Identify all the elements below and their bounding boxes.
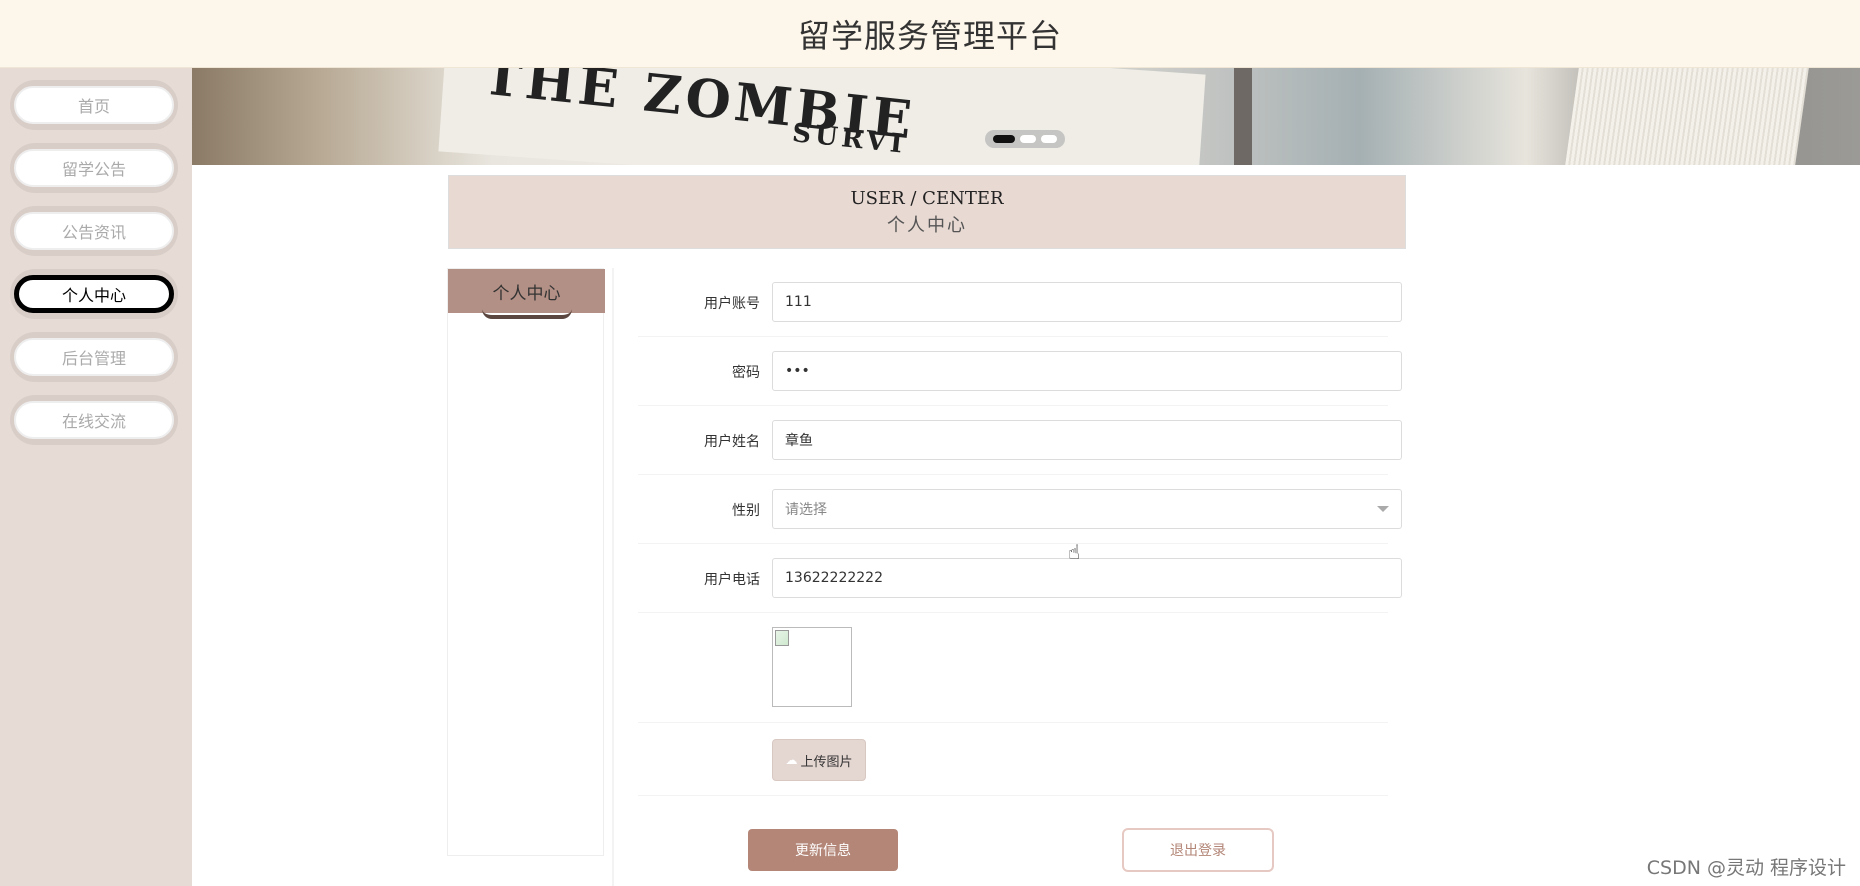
nav-item-label: 个人中心 <box>14 275 174 313</box>
carousel-indicators <box>985 130 1065 148</box>
field-label: 用户账号 <box>704 296 760 312</box>
nav-item-home[interactable]: 首页 <box>10 80 178 130</box>
hand-pointer-icon: ☝ <box>1068 540 1081 564</box>
update-info-button[interactable]: 更新信息 <box>748 829 898 871</box>
avatar-image-preview <box>772 627 852 707</box>
phone-input[interactable]: 13622222222 <box>772 558 1402 598</box>
side-tab-user-center[interactable]: 个人中心 <box>448 269 605 313</box>
decorative-arc <box>482 309 572 319</box>
nav-item-user-center[interactable]: 个人中心 <box>10 269 178 319</box>
nav-item-label: 留学公告 <box>14 149 174 187</box>
banner-decoration <box>1234 68 1252 165</box>
nav-item-label: 公告资讯 <box>14 212 174 250</box>
form-row-gender: 性别 请选择 <box>638 475 1402 544</box>
carousel-dot[interactable] <box>1019 135 1036 143</box>
carousel-dot[interactable] <box>1040 135 1057 143</box>
section-title-cn: 个人中心 <box>887 214 967 236</box>
nav-item-news[interactable]: 公告资讯 <box>10 206 178 256</box>
broken-image-icon <box>775 630 789 646</box>
user-center-side-menu: 个人中心 <box>447 268 605 856</box>
form-row-upload: ☁ 上传图片 <box>638 723 1388 796</box>
section-title-en: USER / CENTER <box>850 187 1004 209</box>
nav-item-label: 在线交流 <box>14 401 174 439</box>
form-row-account: 用户账号 111 <box>638 268 1402 337</box>
gender-select[interactable]: 请选择 <box>772 489 1402 529</box>
banner-carousel[interactable]: THE ZOMBIE SURVI <box>192 68 1860 165</box>
password-input[interactable]: ••• <box>772 351 1402 391</box>
section-header: USER / CENTER 个人中心 <box>448 175 1406 249</box>
select-placeholder: 请选择 <box>785 502 827 518</box>
carousel-dot[interactable] <box>993 135 1016 143</box>
form-row-name: 用户姓名 章鱼 <box>638 406 1402 475</box>
field-label: 用户姓名 <box>704 434 760 450</box>
form-row-avatar <box>638 613 1388 723</box>
logout-button[interactable]: 退出登录 <box>1122 828 1274 872</box>
nav-item-chat[interactable]: 在线交流 <box>10 395 178 445</box>
site-title: 留学服务管理平台 <box>797 16 1062 55</box>
top-header: 留学服务管理平台 <box>0 0 1860 68</box>
account-input[interactable]: 111 <box>772 282 1402 322</box>
form-row-password: 密码 ••• <box>638 337 1402 406</box>
field-label: 性别 <box>732 503 760 519</box>
watermark-text: CSDN @灵动 程序设计 <box>1646 857 1846 879</box>
banner-decoration <box>1565 68 1809 165</box>
nav-item-label: 首页 <box>14 86 174 124</box>
nav-item-announcements[interactable]: 留学公告 <box>10 143 178 193</box>
sidebar-nav: 首页 留学公告 公告资讯 个人中心 后台管理 在线交流 <box>0 68 192 886</box>
field-label: 密码 <box>732 365 760 381</box>
caret-down-icon <box>1377 506 1389 512</box>
profile-form: 用户账号 111 密码 ••• 用户姓名 章鱼 性别 请选择 用户电话 1362… <box>612 268 1406 886</box>
form-row-phone: 用户电话 13622222222 <box>638 544 1402 613</box>
upload-image-button[interactable]: ☁ 上传图片 <box>772 739 866 781</box>
cloud-upload-icon: ☁ <box>785 753 798 767</box>
upload-button-label: 上传图片 <box>800 754 853 770</box>
nav-item-admin[interactable]: 后台管理 <box>10 332 178 382</box>
field-label: 用户电话 <box>704 572 760 588</box>
nav-item-label: 后台管理 <box>14 338 174 376</box>
name-input[interactable]: 章鱼 <box>772 420 1402 460</box>
